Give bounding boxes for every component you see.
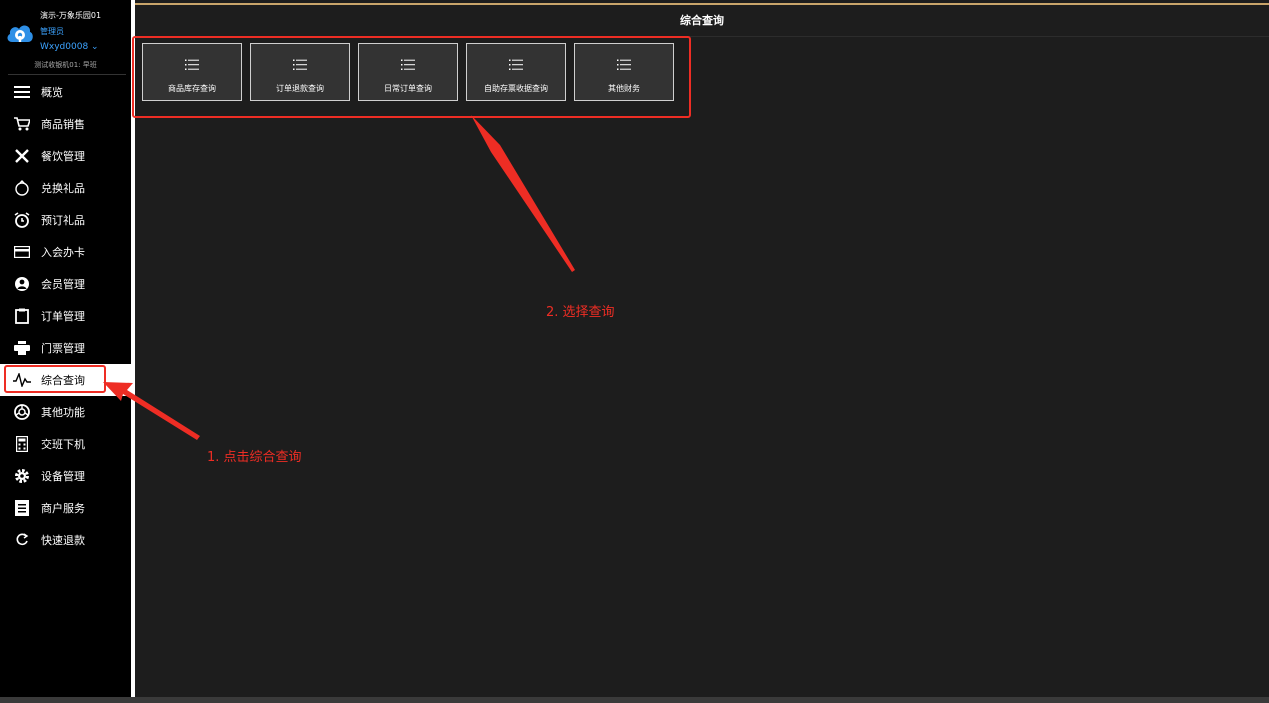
annotation-step1: 1. 点击综合查询 xyxy=(207,450,302,465)
sidebar: 演示-万象乐园01 管理员 Wxyd0008 ⌄ 测试收银机01: 早班 概览 … xyxy=(0,0,131,703)
document-icon xyxy=(13,499,31,517)
store-name: 演示-万象乐园01 xyxy=(40,11,102,20)
sidebar-item-label: 商品销售 xyxy=(41,118,85,131)
card-icon xyxy=(13,243,31,261)
bottom-bar xyxy=(0,697,1269,703)
sidebar-item-label: 兑换礼品 xyxy=(41,182,85,195)
sidebar-item-shift-handover[interactable]: 交班下机 xyxy=(0,428,131,460)
top-accent-line xyxy=(135,3,1269,5)
sidebar-item-label: 商户服务 xyxy=(41,502,85,515)
sidebar-item-product-sales[interactable]: 商品销售 xyxy=(0,108,131,140)
annotation-highlight-tiles xyxy=(132,36,691,118)
sidebar-item-label: 订单管理 xyxy=(41,310,85,323)
sidebar-item-label: 预订礼品 xyxy=(41,214,85,227)
sidebar-item-label: 餐饮管理 xyxy=(41,150,85,163)
gift-bag-icon xyxy=(13,179,31,197)
aperture-icon xyxy=(13,403,31,421)
sidebar-item-quick-refund[interactable]: 快速退款 xyxy=(0,524,131,556)
sidebar-item-label: 其他功能 xyxy=(41,406,85,419)
sidebar-item-device-management[interactable]: 设备管理 xyxy=(0,460,131,492)
sidebar-item-reserve-gifts[interactable]: 预订礼品 xyxy=(0,204,131,236)
sidebar-item-other-functions[interactable]: 其他功能 xyxy=(0,396,131,428)
page-title: 综合查询 xyxy=(135,6,1269,37)
sidebar-item-overview[interactable]: 概览 xyxy=(0,76,131,108)
gear-icon xyxy=(13,467,31,485)
sidebar-item-label: 入会办卡 xyxy=(41,246,85,259)
refresh-icon xyxy=(13,531,31,549)
sidebar-item-catering[interactable]: 餐饮管理 xyxy=(0,140,131,172)
sidebar-item-label: 设备管理 xyxy=(41,470,85,483)
sidebar-item-merchant-service[interactable]: 商户服务 xyxy=(0,492,131,524)
sidebar-item-order-management[interactable]: 订单管理 xyxy=(0,300,131,332)
sidebar-item-ticket-management[interactable]: 门票管理 xyxy=(0,332,131,364)
clipboard-icon xyxy=(13,307,31,325)
sidebar-item-member-management[interactable]: 会员管理 xyxy=(0,268,131,300)
sidebar-item-label: 门票管理 xyxy=(41,342,85,355)
sidebar-item-label: 交班下机 xyxy=(41,438,85,451)
sidebar-item-redeem-gifts[interactable]: 兑换礼品 xyxy=(0,172,131,204)
printer-icon xyxy=(13,339,31,357)
role-label: 管理员 xyxy=(40,27,64,36)
sidebar-item-membership-card[interactable]: 入会办卡 xyxy=(0,236,131,268)
sidebar-item-label: 概览 xyxy=(41,86,63,99)
alarm-clock-icon xyxy=(13,211,31,229)
menu-icon xyxy=(13,83,31,101)
annotation-highlight-nav xyxy=(4,365,106,393)
profile-area: 演示-万象乐园01 管理员 Wxyd0008 ⌄ 测试收银机01: 早班 xyxy=(0,0,131,75)
calculator-icon xyxy=(13,435,31,453)
utensils-icon xyxy=(13,147,31,165)
annotation-step2: 2. 选择查询 xyxy=(546,305,615,320)
sidebar-nav: 概览 商品销售 餐饮管理 兑换礼品 预订礼品 入会办卡 会员管理 订单管理 门票… xyxy=(0,76,131,556)
sidebar-item-label: 快速退款 xyxy=(41,534,85,547)
profile-divider xyxy=(8,74,126,75)
member-icon xyxy=(13,275,31,293)
account-dropdown[interactable]: Wxyd0008 ⌄ xyxy=(40,42,99,52)
terminal-shift-label: 测试收银机01: 早班 xyxy=(34,61,97,69)
cloud-logo-icon xyxy=(7,25,33,42)
sidebar-item-label: 会员管理 xyxy=(41,278,85,291)
cart-icon xyxy=(13,115,31,133)
